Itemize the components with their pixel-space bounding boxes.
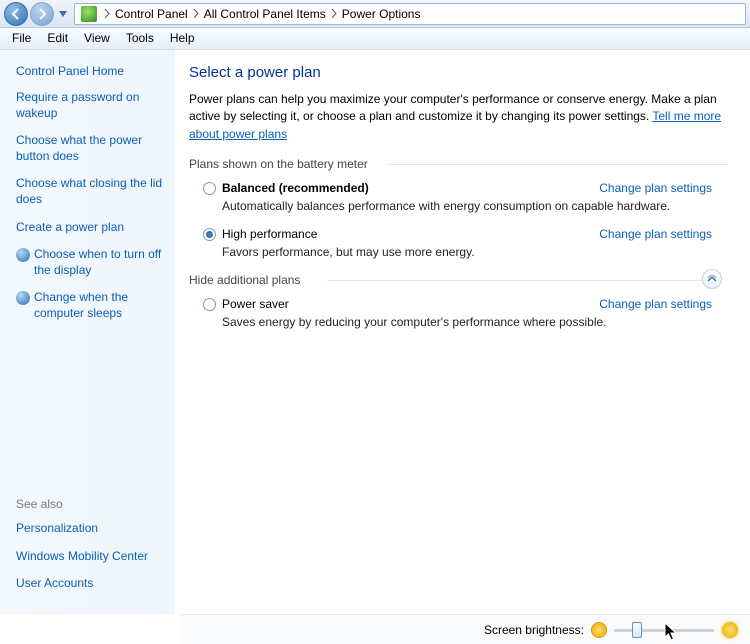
- menu-edit[interactable]: Edit: [39, 28, 76, 49]
- sidebar-item-power-button[interactable]: Choose what the power button does: [16, 133, 175, 164]
- menu-file[interactable]: File: [4, 28, 39, 49]
- plan-power-saver-radio[interactable]: [203, 298, 216, 311]
- plan-high-performance: High performance Change plan settings Fa…: [203, 227, 728, 259]
- sidebar-item-create-plan[interactable]: Create a power plan: [16, 220, 175, 236]
- control-panel-home-link[interactable]: Control Panel Home: [16, 64, 175, 78]
- breadcrumb[interactable]: Control Panel All Control Panel Items Po…: [74, 3, 746, 25]
- seealso-user-accounts[interactable]: User Accounts: [16, 576, 171, 592]
- sidebar-item-password-wakeup[interactable]: Require a password on wakeup: [16, 90, 175, 121]
- page-title: Select a power plan: [189, 64, 728, 81]
- footer-bar: Screen brightness:: [180, 614, 750, 644]
- chevron-right-icon[interactable]: [328, 3, 340, 25]
- breadcrumb-item[interactable]: Power Options: [340, 7, 423, 21]
- change-plan-settings-link[interactable]: Change plan settings: [599, 227, 712, 241]
- seealso-mobility-center[interactable]: Windows Mobility Center: [16, 549, 171, 565]
- back-button[interactable]: [4, 2, 28, 26]
- sidebar: Control Panel Home Require a password on…: [0, 50, 175, 614]
- menu-help[interactable]: Help: [162, 28, 203, 49]
- menu-bar: File Edit View Tools Help: [0, 28, 750, 50]
- sidebar-item-closing-lid[interactable]: Choose what closing the lid does: [16, 176, 175, 207]
- intro-text: Power plans can help you maximize your c…: [189, 91, 728, 143]
- chevron-right-icon[interactable]: [101, 3, 113, 25]
- main-content: Select a power plan Power plans can help…: [175, 50, 750, 614]
- nav-history-dropdown[interactable]: [56, 3, 70, 25]
- sun-dim-icon: [592, 623, 606, 637]
- plan-power-saver: Power saver Change plan settings Saves e…: [203, 297, 728, 329]
- see-also-heading: See also: [16, 497, 171, 511]
- chevron-right-icon[interactable]: [190, 3, 202, 25]
- forward-button[interactable]: [30, 2, 54, 26]
- plan-description: Automatically balances performance with …: [222, 199, 728, 213]
- plan-balanced: Balanced (recommended) Change plan setti…: [203, 181, 728, 213]
- change-plan-settings-link[interactable]: Change plan settings: [599, 297, 712, 311]
- sun-bright-icon: [722, 622, 738, 638]
- menu-view[interactable]: View: [76, 28, 118, 49]
- group-battery-meter: Plans shown on the battery meter: [189, 157, 728, 171]
- breadcrumb-item[interactable]: All Control Panel Items: [202, 7, 328, 21]
- collapse-plans-button[interactable]: [702, 269, 722, 289]
- address-bar: Control Panel All Control Panel Items Po…: [0, 0, 750, 28]
- plan-name: Power saver: [222, 297, 289, 311]
- plan-name: High performance: [222, 227, 317, 241]
- plan-description: Favors performance, but may use more ene…: [222, 245, 728, 259]
- group-hide-additional: Hide additional plans: [189, 273, 728, 287]
- shield-icon: [16, 248, 30, 262]
- sidebar-item-computer-sleeps[interactable]: Change when the computer sleeps: [34, 290, 175, 321]
- seealso-personalization[interactable]: Personalization: [16, 521, 171, 537]
- shield-icon: [16, 291, 30, 305]
- plan-high-performance-radio[interactable]: [203, 228, 216, 241]
- change-plan-settings-link[interactable]: Change plan settings: [599, 181, 712, 195]
- power-options-icon: [81, 6, 97, 22]
- brightness-slider[interactable]: [614, 621, 714, 639]
- menu-tools[interactable]: Tools: [118, 28, 162, 49]
- plan-name: Balanced (recommended): [222, 181, 369, 195]
- sidebar-item-turn-off-display[interactable]: Choose when to turn off the display: [34, 247, 175, 278]
- see-also-section: See also Personalization Windows Mobilit…: [16, 497, 171, 604]
- breadcrumb-item[interactable]: Control Panel: [113, 7, 190, 21]
- slider-thumb[interactable]: [632, 622, 642, 638]
- plan-balanced-radio[interactable]: [203, 182, 216, 195]
- plan-description: Saves energy by reducing your computer's…: [222, 315, 728, 329]
- brightness-label: Screen brightness:: [484, 623, 584, 637]
